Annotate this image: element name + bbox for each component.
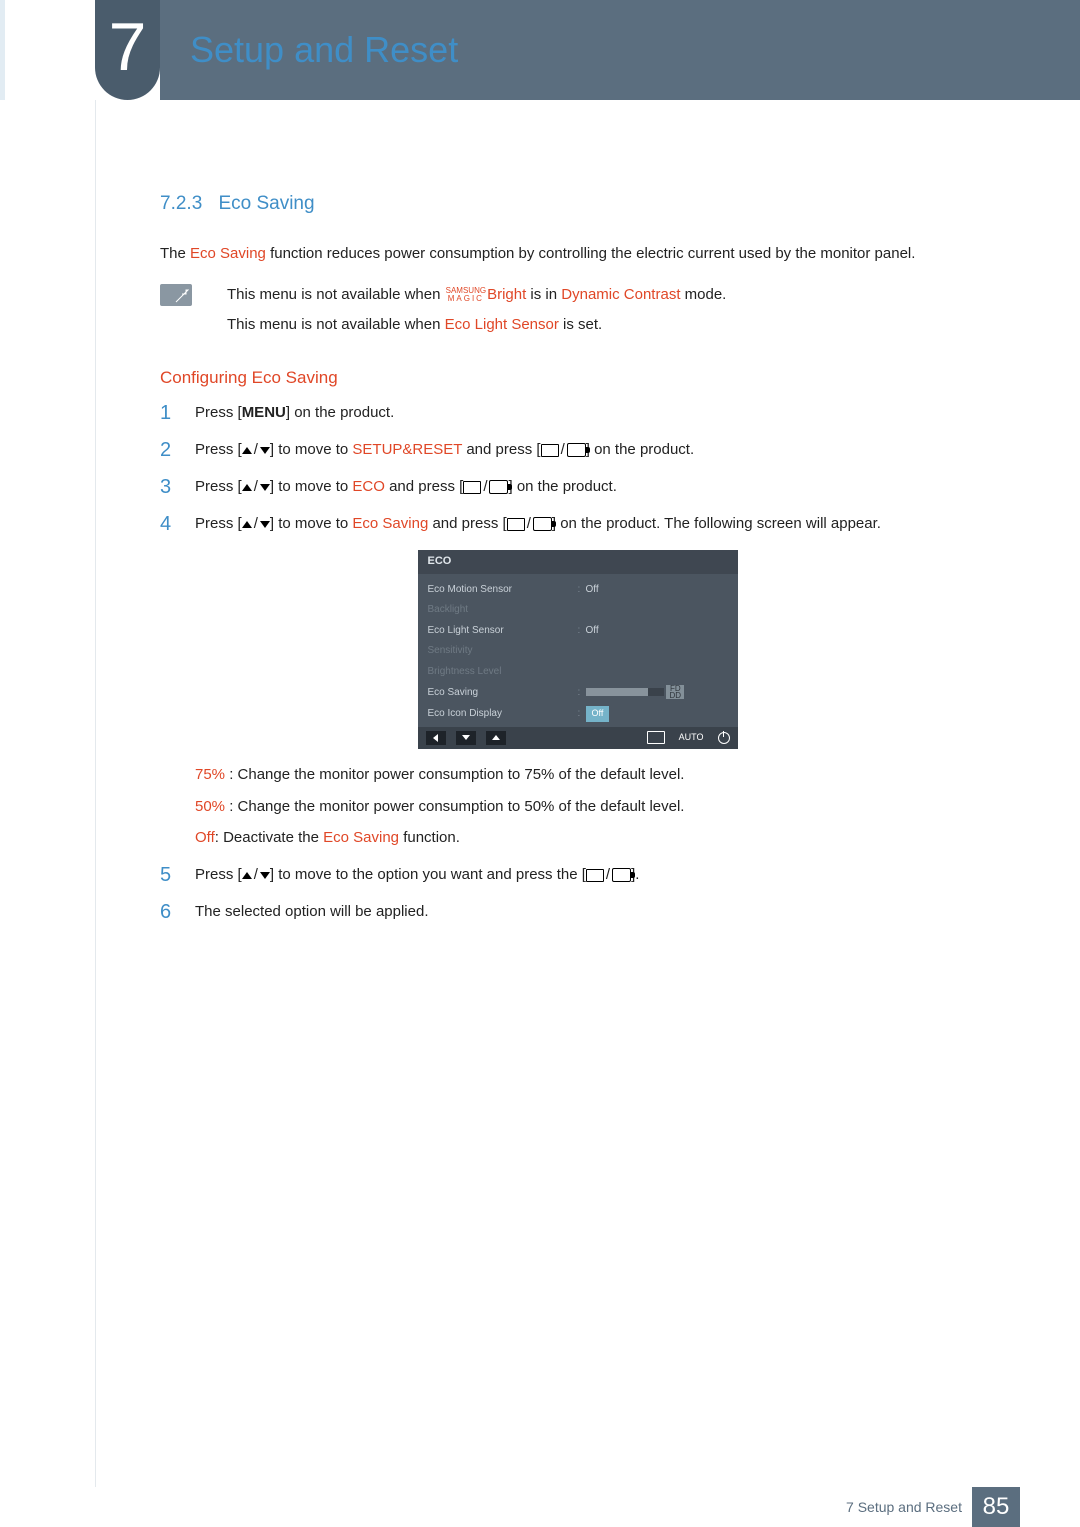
step-1: Press [MENU] on the product.	[160, 402, 960, 424]
page-number: 85	[972, 1487, 1020, 1527]
chapter-number: 7	[109, 9, 147, 85]
osd-selected-value: Off	[586, 706, 610, 721]
option-50: 50% : Change the monitor power consumpti…	[195, 796, 960, 818]
osd-row: Eco Light Sensor:Off	[428, 621, 728, 642]
option-75: 75% : Change the monitor power consumpti…	[195, 764, 960, 786]
nav-up-icon	[486, 731, 506, 745]
osd-row: Eco Saving: FDDD	[428, 682, 728, 703]
osd-row: Eco Motion Sensor:Off	[428, 580, 728, 601]
content-area: 7.2.3 Eco Saving The Eco Saving function…	[160, 190, 960, 938]
chapter-title: Setup and Reset	[190, 24, 458, 76]
step-4: Press [/] to move to Eco Saving and pres…	[160, 513, 960, 849]
up-down-icon: /	[242, 476, 270, 498]
option-off: Off: Deactivate the Eco Saving function.	[195, 827, 960, 849]
option-list: 75% : Change the monitor power consumpti…	[195, 764, 960, 849]
bar-icon	[586, 688, 664, 696]
menu-key: MENU	[242, 404, 286, 421]
source-enter-icon: /	[541, 439, 586, 461]
auto-label: AUTO	[679, 731, 704, 744]
note-box: This menu is not available when SAMSUNGM…	[160, 284, 960, 336]
chapter-tab: 7	[95, 0, 160, 100]
step-6: The selected option will be applied.	[160, 901, 960, 923]
up-down-icon: /	[242, 513, 270, 535]
osd-title: ECO	[418, 550, 738, 574]
section-heading: 7.2.3 Eco Saving	[160, 190, 960, 218]
footer-text: 7 Setup and Reset	[846, 1497, 962, 1517]
step-5: Press [/] to move to the option you want…	[160, 864, 960, 886]
osd-nav-bar: AUTO	[418, 727, 738, 749]
note-text: This menu is not available when SAMSUNGM…	[227, 284, 726, 336]
decorative-stripe	[0, 0, 5, 100]
left-margin-line	[95, 100, 96, 1487]
footer: 7 Setup and Reset 85	[160, 1487, 1080, 1527]
steps-list: Press [MENU] on the product. Press [/] t…	[160, 402, 960, 922]
note-icon	[160, 284, 192, 306]
note-line-2: This menu is not available when Eco Ligh…	[227, 314, 726, 336]
source-icon	[647, 731, 665, 744]
source-enter-icon: /	[586, 864, 631, 886]
note-line-1: This menu is not available when SAMSUNGM…	[227, 284, 726, 306]
nav-down-icon	[456, 731, 476, 745]
up-down-icon: /	[242, 864, 270, 886]
nav-left-icon	[426, 731, 446, 745]
osd-row: Brightness Level	[428, 662, 728, 683]
subsection-title: Configuring Eco Saving	[160, 366, 960, 391]
osd-screenshot: ECO Eco Motion Sensor:Off Backlight Eco …	[418, 550, 738, 749]
up-down-icon: /	[242, 439, 270, 461]
osd-row: Eco Icon Display:Off	[428, 703, 728, 725]
osd-row: Sensitivity	[428, 641, 728, 662]
samsung-magic-label: SAMSUNGMAGIC	[446, 287, 486, 303]
section-number: 7.2.3	[160, 193, 202, 214]
step-2: Press [/] to move to SETUP&RESET and pre…	[160, 439, 960, 461]
intro-paragraph: The Eco Saving function reduces power co…	[160, 243, 960, 265]
osd-row: Backlight	[428, 600, 728, 621]
power-icon	[718, 732, 730, 744]
section-title: Eco Saving	[218, 193, 314, 214]
source-enter-icon: /	[507, 513, 552, 535]
source-enter-icon: /	[463, 476, 508, 498]
step-3: Press [/] to move to ECO and press [/] o…	[160, 476, 960, 498]
